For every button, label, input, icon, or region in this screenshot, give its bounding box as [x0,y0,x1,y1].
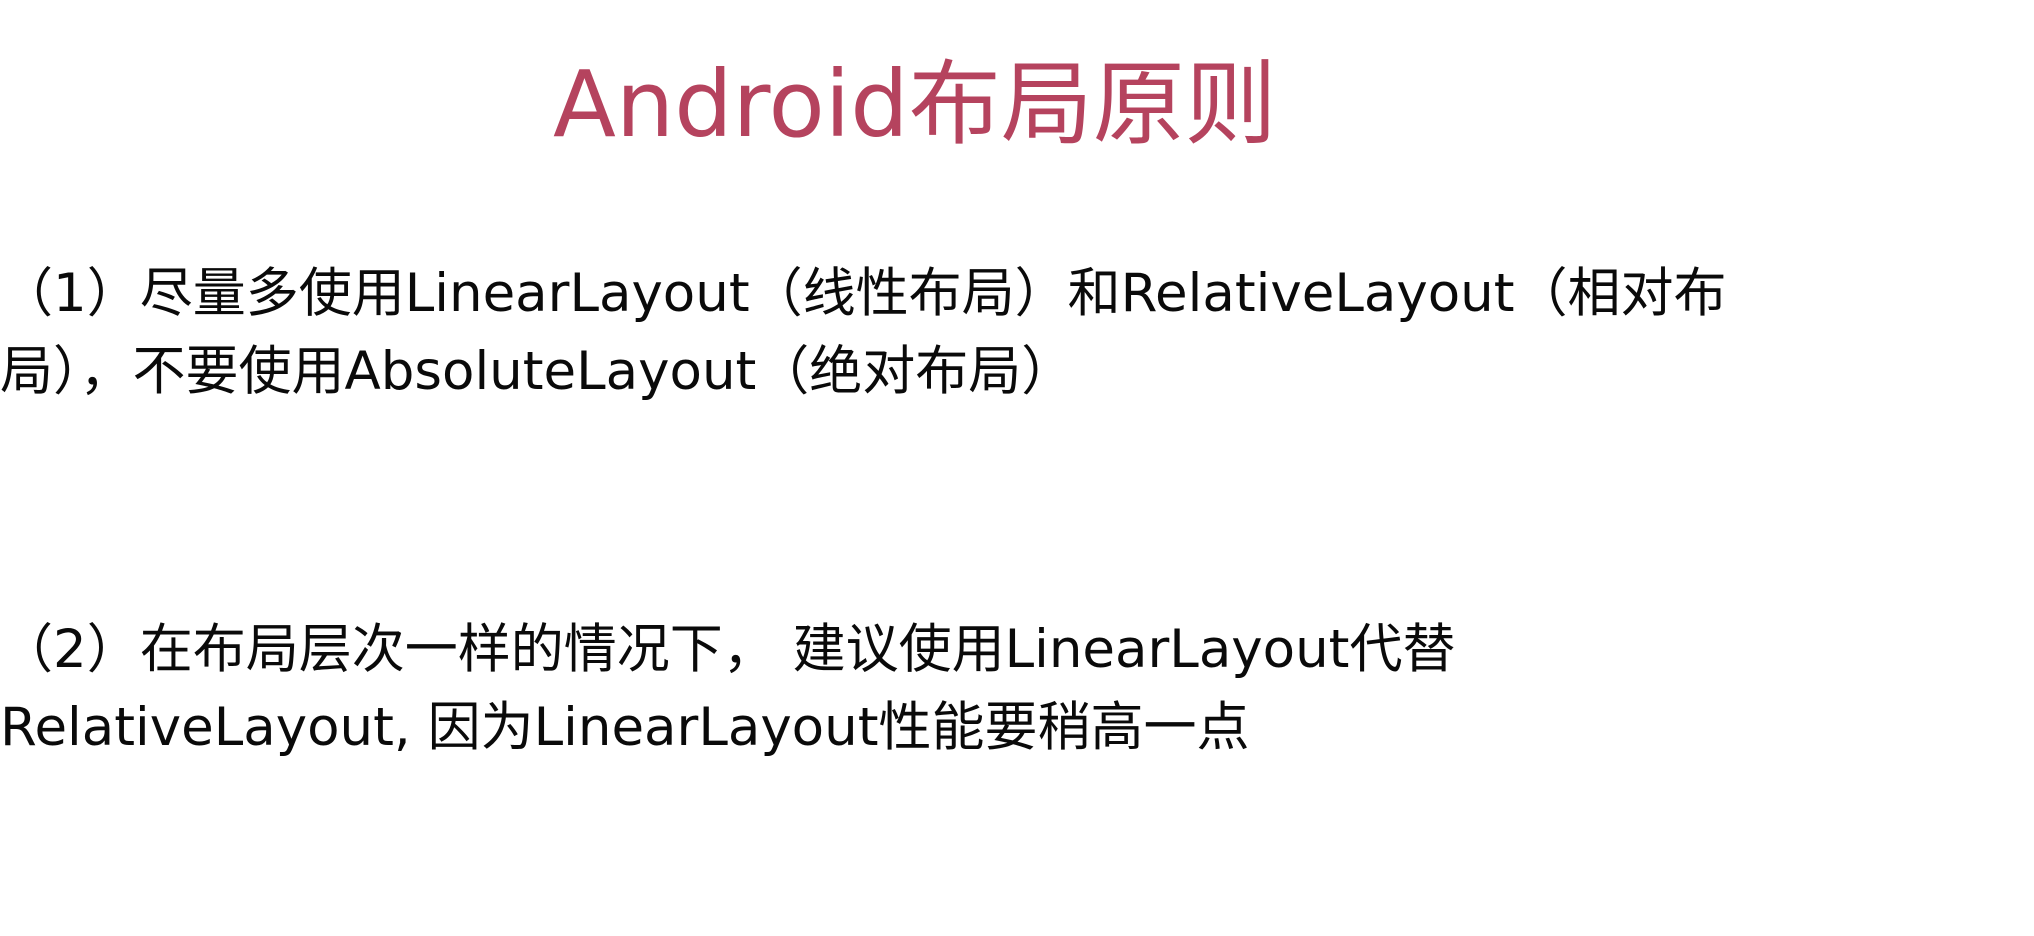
point-2: （2）在布局层次一样的情况下， 建议使用LinearLayout代替 Relat… [0,611,1455,767]
point-1: （1）尽量多使用LinearLayout（线性布局）和RelativeLayou… [0,255,1727,411]
point-1-line-2: 局），不要使用AbsoluteLayout（绝对布局） [0,341,1075,402]
point-2-line-1: （2）在布局层次一样的情况下， 建议使用LinearLayout代替 [0,619,1456,680]
point-1-line-1: （1）尽量多使用LinearLayout（线性布局）和RelativeLayou… [0,263,1727,324]
point-2-line-2: RelativeLayout, 因为LinearLayout性能要稍高一点 [0,697,1250,758]
slide-title: Android布局原则 [553,51,1277,158]
slide: Android布局原则 （1）尽量多使用LinearLayout（线性布局）和R… [0,0,2034,936]
